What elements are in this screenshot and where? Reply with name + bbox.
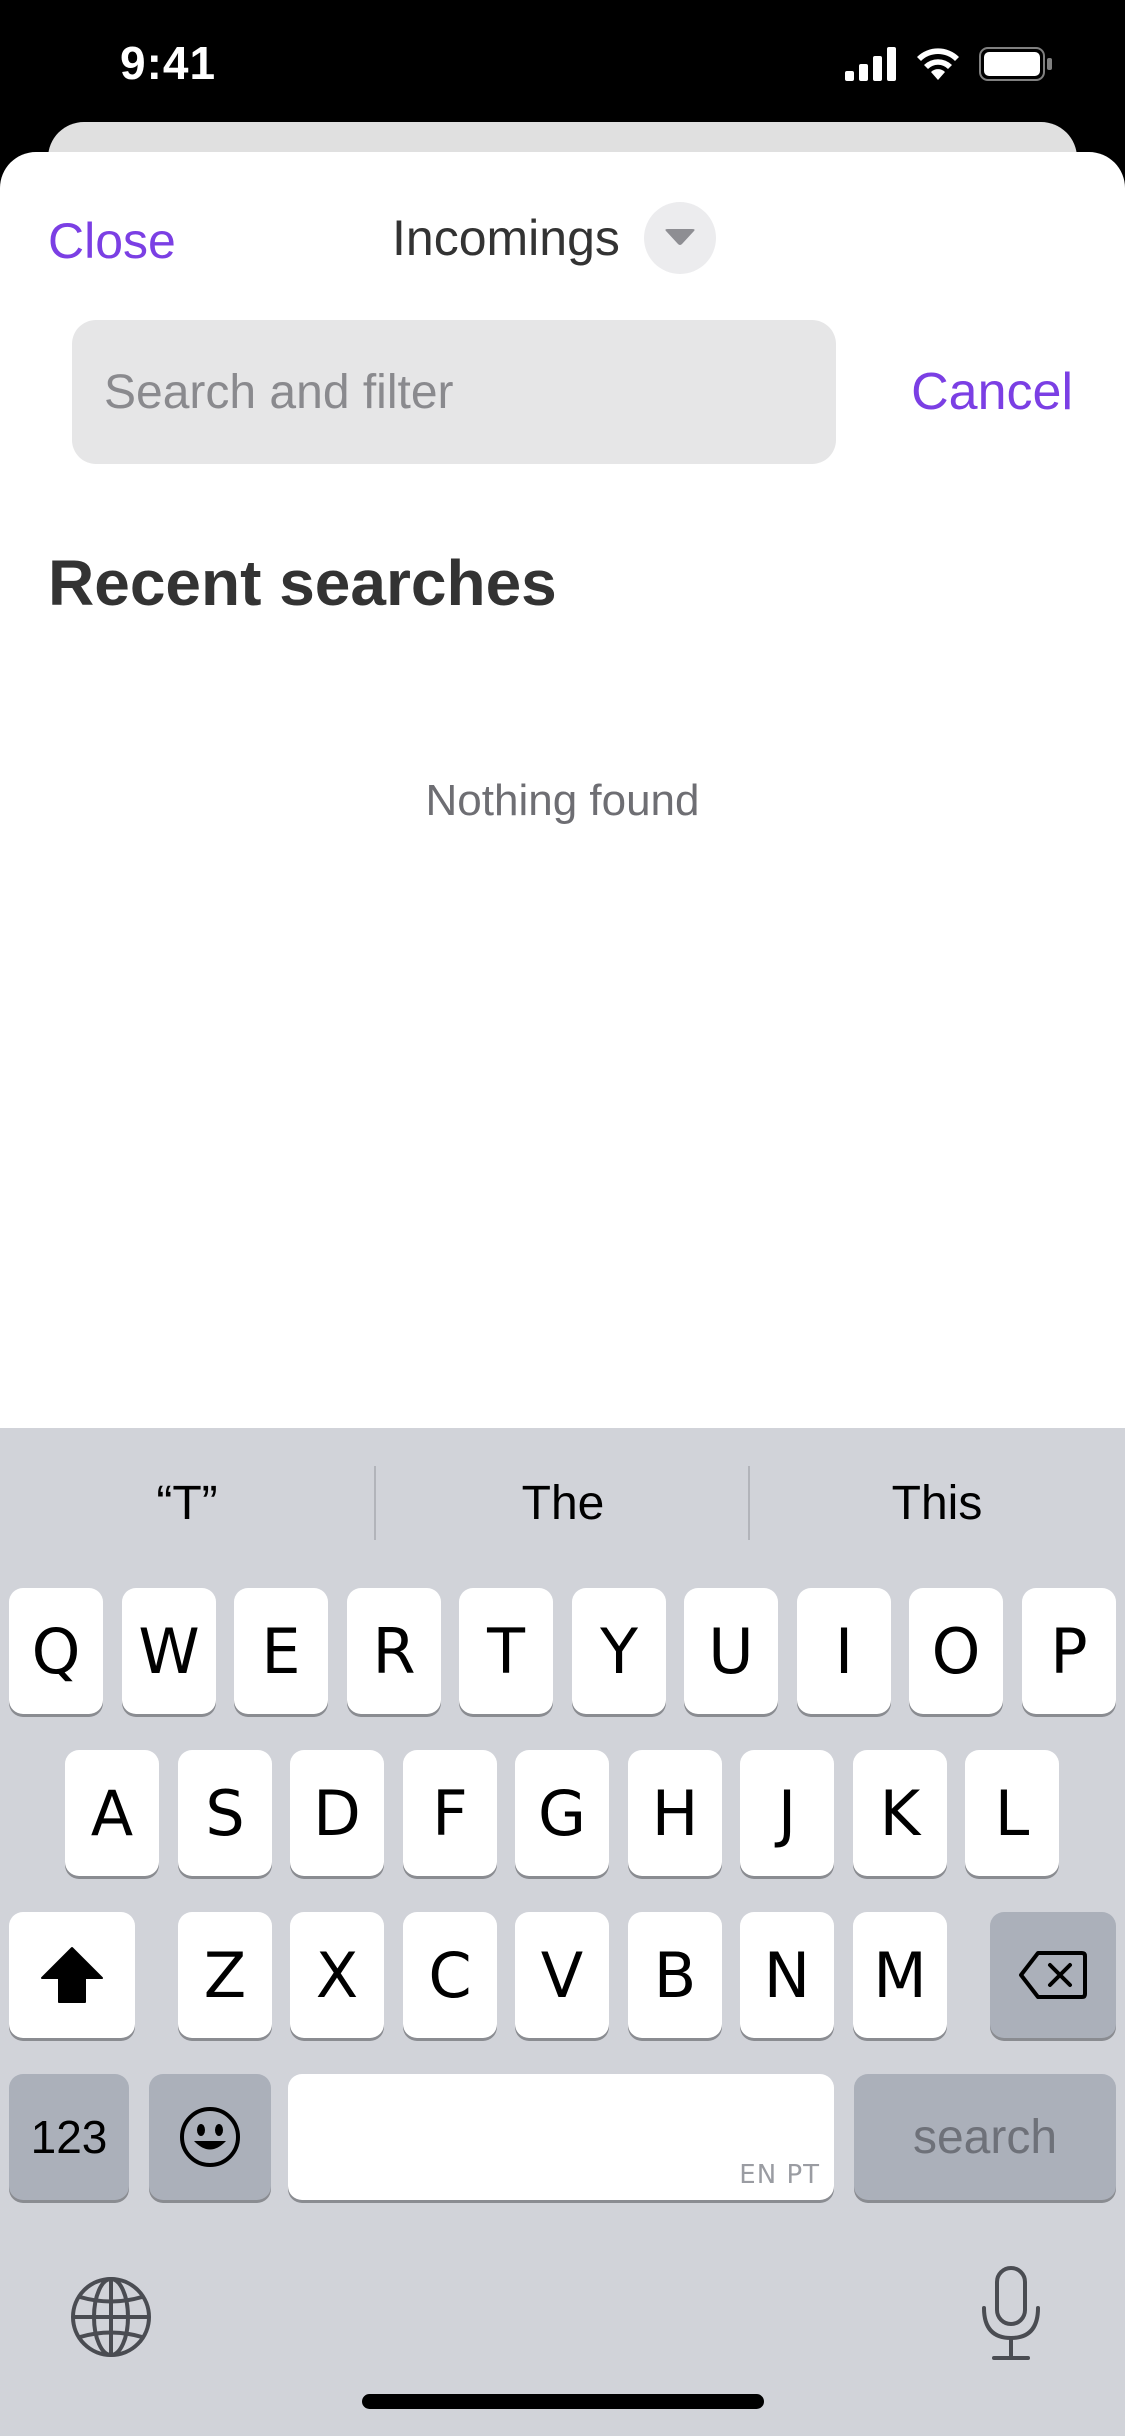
search-input[interactable] <box>104 320 804 464</box>
key-w[interactable]: W <box>122 1588 216 1714</box>
numbers-key[interactable]: 123 <box>9 2074 129 2200</box>
key-j[interactable]: J <box>740 1750 834 1876</box>
status-time: 9:41 <box>120 37 217 89</box>
status-icons <box>845 44 1053 84</box>
space-language-label: EN PT <box>739 2160 820 2190</box>
backspace-icon <box>1019 1951 1087 1999</box>
key-b[interactable]: B <box>628 1912 722 2038</box>
space-key[interactable]: EN PT <box>288 2074 834 2200</box>
key-p[interactable]: P <box>1022 1588 1116 1714</box>
key-i[interactable]: I <box>797 1588 891 1714</box>
key-z[interactable]: Z <box>178 1912 272 2038</box>
key-y[interactable]: Y <box>572 1588 666 1714</box>
empty-state-message: Nothing found <box>425 776 700 825</box>
chevron-down-icon[interactable] <box>643 202 716 274</box>
key-q[interactable]: Q <box>9 1588 103 1714</box>
key-t[interactable]: T <box>459 1588 553 1714</box>
shift-key[interactable] <box>9 1912 135 2038</box>
key-k[interactable]: K <box>853 1750 947 1876</box>
status-bar: 9:41 <box>0 0 1125 130</box>
battery-icon <box>979 47 1052 81</box>
search-box[interactable] <box>72 320 836 464</box>
microphone-icon[interactable] <box>976 2264 1046 2364</box>
key-n[interactable]: N <box>740 1912 834 2038</box>
close-button[interactable]: Close <box>48 212 176 270</box>
key-s[interactable]: S <box>178 1750 272 1876</box>
key-c[interactable]: C <box>403 1912 497 2038</box>
key-u[interactable]: U <box>684 1588 778 1714</box>
signal-icon <box>845 47 896 81</box>
recent-searches-heading: Recent searches <box>48 547 557 619</box>
suggestion-bar: “T” The This <box>0 1428 1125 1578</box>
key-x[interactable]: X <box>290 1912 384 2038</box>
search-key[interactable]: search <box>854 2074 1116 2200</box>
wifi-icon <box>917 48 959 80</box>
key-l[interactable]: L <box>965 1750 1059 1876</box>
key-d[interactable]: D <box>290 1750 384 1876</box>
key-m[interactable]: M <box>853 1912 947 2038</box>
shift-icon <box>41 1947 103 2003</box>
emoji-icon <box>180 2107 240 2167</box>
suggestion-2[interactable]: The <box>376 1428 750 1578</box>
key-r[interactable]: R <box>347 1588 441 1714</box>
key-g[interactable]: G <box>515 1750 609 1876</box>
key-h[interactable]: H <box>628 1750 722 1876</box>
key-o[interactable]: O <box>909 1588 1003 1714</box>
keyboard: “T” The This Q W E R T Y U I O P A S D F… <box>0 1428 1125 2436</box>
sheet-title: Incomings <box>392 210 620 266</box>
suggestion-3[interactable]: This <box>750 1428 1124 1578</box>
key-v[interactable]: V <box>515 1912 609 2038</box>
globe-icon[interactable] <box>66 2272 156 2362</box>
cancel-button[interactable]: Cancel <box>911 362 1073 422</box>
title-selector[interactable]: Incomings <box>392 202 716 274</box>
home-indicator[interactable] <box>362 2394 764 2409</box>
suggestion-1[interactable]: “T” <box>0 1428 374 1578</box>
key-a[interactable]: A <box>65 1750 159 1876</box>
backspace-key[interactable] <box>990 1912 1116 2038</box>
emoji-key[interactable] <box>149 2074 271 2200</box>
key-f[interactable]: F <box>403 1750 497 1876</box>
key-e[interactable]: E <box>234 1588 328 1714</box>
